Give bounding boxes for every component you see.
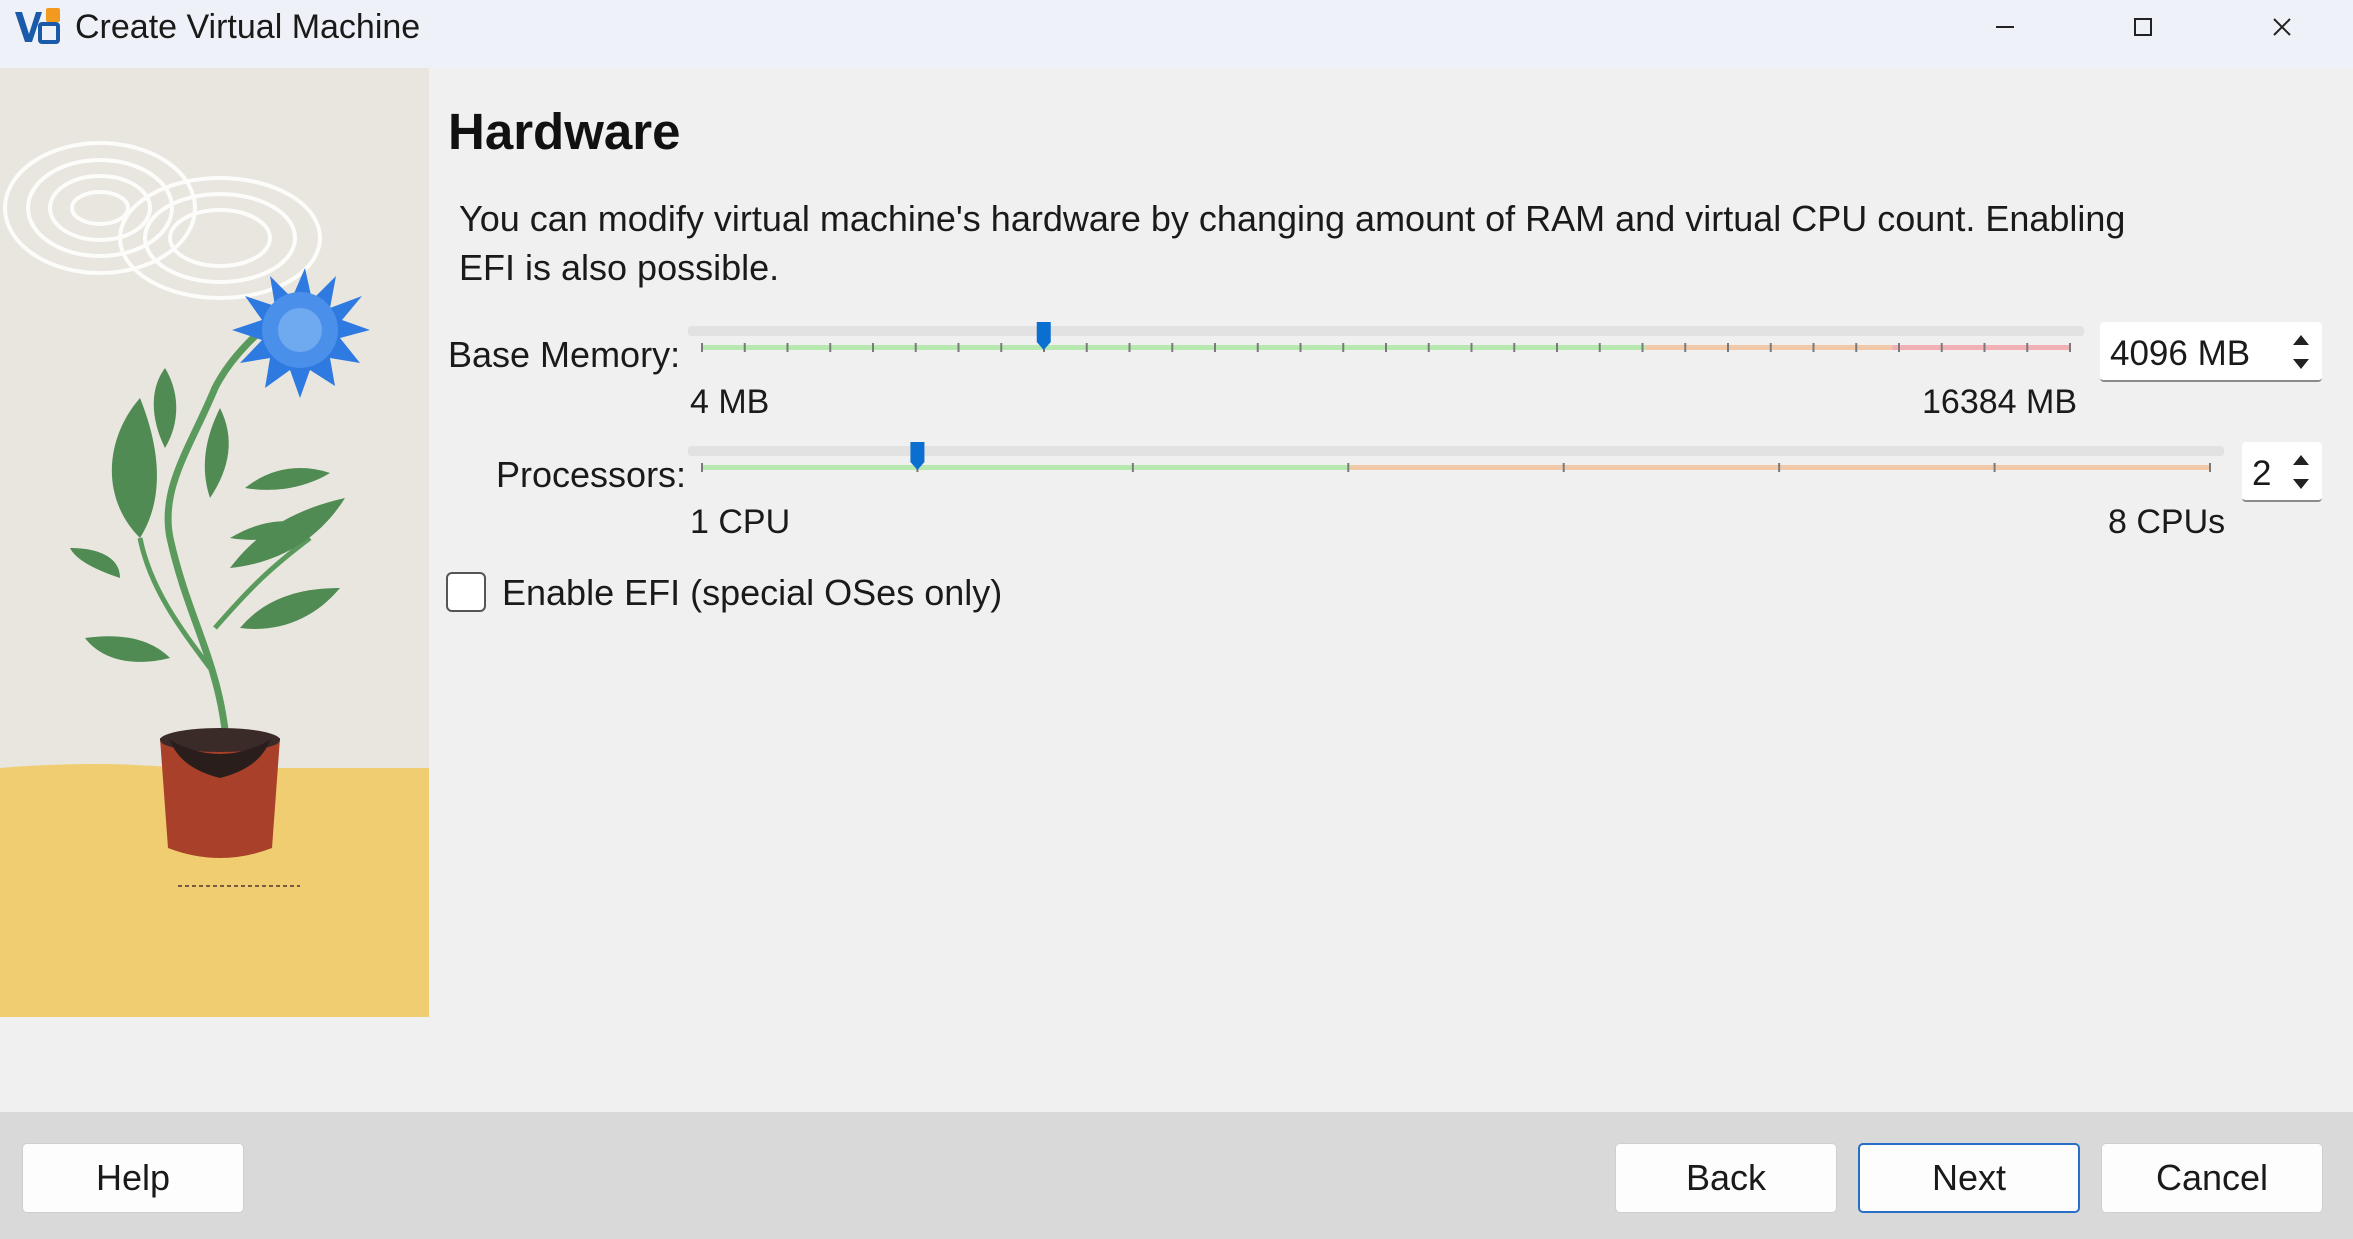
base-memory-slider[interactable] xyxy=(688,320,2084,360)
arrow-up-icon xyxy=(2293,455,2309,465)
back-button[interactable]: Back xyxy=(1615,1143,1837,1213)
base-memory-spinbox[interactable]: 4096 MB xyxy=(2100,322,2322,382)
processors-slider[interactable] xyxy=(688,440,2224,480)
processors-zone-orange xyxy=(1350,465,2210,470)
processors-min-label: 1 CPU xyxy=(690,503,791,541)
arrow-down-icon xyxy=(2293,479,2309,489)
arrow-up-icon xyxy=(2293,335,2309,345)
processors-max-label: 8 CPUs xyxy=(2108,503,2226,541)
maximize-icon xyxy=(2134,18,2152,36)
window-title: Create Virtual Machine xyxy=(75,8,421,46)
processors-track-svg xyxy=(688,442,2224,472)
increment-button[interactable] xyxy=(2286,448,2316,472)
wizard-illustration xyxy=(0,68,429,1017)
increment-button[interactable] xyxy=(2286,328,2316,352)
base-memory-track-svg xyxy=(688,322,2084,352)
base-memory-groove xyxy=(688,326,2084,336)
virtualbox-icon xyxy=(15,8,60,44)
efi-checkbox[interactable] xyxy=(446,572,486,612)
base-memory-min-label: 4 MB xyxy=(690,383,770,421)
minimize-button[interactable] xyxy=(1945,0,2065,54)
processors-spinbox[interactable]: 2 xyxy=(2242,442,2322,502)
next-button[interactable]: Next xyxy=(1858,1143,2080,1213)
base-memory-zone-green xyxy=(702,345,1646,350)
decrement-button[interactable] xyxy=(2286,472,2316,496)
page-description: You can modify virtual machine's hardwar… xyxy=(459,198,2126,288)
base-memory-zone-red xyxy=(1892,345,2070,350)
close-button[interactable] xyxy=(2222,0,2342,54)
arrow-down-icon xyxy=(2293,359,2309,369)
spin-arrows xyxy=(2286,446,2316,496)
help-button[interactable]: Help xyxy=(22,1143,244,1213)
processors-zone-green xyxy=(702,465,1351,470)
base-memory-zone-orange xyxy=(1645,345,1893,350)
spin-arrows xyxy=(2286,326,2316,376)
cancel-button[interactable]: Cancel xyxy=(2101,1143,2323,1213)
base-memory-label: Base Memory: xyxy=(448,334,681,375)
minimize-icon xyxy=(1996,26,2014,28)
processors-label: Processors: xyxy=(496,454,687,495)
efi-checkbox-label[interactable]: Enable EFI (special OSes only) xyxy=(502,572,1002,614)
processors-value[interactable]: 2 xyxy=(2252,454,2271,494)
maximize-button[interactable] xyxy=(2083,0,2203,54)
base-memory-value[interactable]: 4096 MB xyxy=(2110,334,2250,374)
base-memory-max-label: 16384 MB xyxy=(1922,383,2077,421)
decrement-button[interactable] xyxy=(2286,352,2316,376)
page-heading: Hardware xyxy=(448,103,681,160)
close-icon xyxy=(2273,18,2291,36)
title-bar: Create Virtual Machine xyxy=(0,0,2353,68)
